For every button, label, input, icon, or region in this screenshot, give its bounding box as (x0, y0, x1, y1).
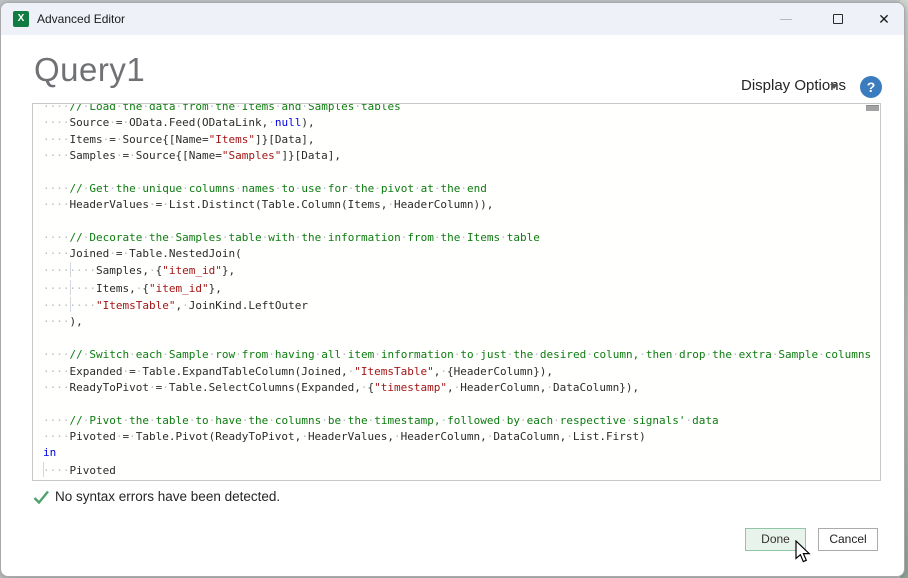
close-button[interactable]: ✕ (867, 3, 901, 35)
excel-icon: X (13, 11, 29, 27)
code-line: in (43, 445, 871, 461)
code-line (43, 213, 871, 229)
code-line: ····//·Pivot·the·table·to·have·the·colum… (43, 413, 871, 429)
scrollbar-thumb[interactable] (866, 105, 879, 111)
help-icon[interactable]: ? (860, 76, 882, 98)
page-title: Query1 (34, 51, 145, 89)
chevron-down-icon[interactable] (830, 84, 838, 89)
code-line: ····Joined·=·Table.NestedJoin( (43, 246, 871, 262)
code-line (43, 164, 871, 180)
code-line: ····//·Switch·each·Sample·row·from·havin… (43, 347, 871, 363)
code-line: ····Pivoted·=·Table.Pivot(ReadyToPivot,·… (43, 429, 871, 445)
code-line: ····Pivoted (43, 462, 871, 479)
code-line: ····//·Decorate·the·Samples·table·with·t… (43, 230, 871, 246)
code-line: ····ReadyToPivot·=·Table.SelectColumns(E… (43, 380, 871, 396)
code-line: ····), (43, 314, 871, 330)
code-line: ····Samples·=·Source{[Name="Samples"]}[D… (43, 148, 871, 164)
checkmark-icon (33, 490, 50, 505)
code-line: ····HeaderValues·=·List.Distinct(Table.C… (43, 197, 871, 213)
code-content[interactable]: ····//·Load·the·data·from·the·Items·and·… (33, 103, 871, 479)
code-line: ········Items,·{"item_id"}, (43, 280, 871, 297)
code-line: ····Source·=·OData.Feed(ODataLink,·null)… (43, 115, 871, 131)
advanced-editor-dialog: X Advanced Editor ✕ Query1 Display Optio… (0, 2, 905, 577)
title-bar: X Advanced Editor ✕ (1, 3, 904, 35)
code-editor[interactable]: ····//·Load·the·data·from·the·Items·and·… (32, 103, 881, 481)
maximize-icon (833, 14, 843, 24)
minimize-icon (780, 19, 792, 20)
code-line: ········"ItemsTable",·JoinKind.LeftOuter (43, 297, 871, 314)
maximize-button[interactable] (821, 3, 855, 35)
code-line (43, 331, 871, 347)
code-line: ········Samples,·{"item_id"}, (43, 262, 871, 279)
status-message: No syntax errors have been detected. (55, 489, 280, 504)
done-button[interactable]: Done (745, 528, 806, 551)
window-title: Advanced Editor (37, 3, 125, 35)
cancel-button[interactable]: Cancel (818, 528, 878, 551)
screen: X Advanced Editor ✕ Query1 Display Optio… (0, 0, 908, 578)
code-line (43, 396, 871, 412)
minimize-button[interactable] (769, 3, 803, 35)
code-line: ····Items·=·Source{[Name="Items"]}[Data]… (43, 132, 871, 148)
code-line: ····//·Load·the·data·from·the·Items·and·… (43, 103, 871, 115)
code-line: ····//·Get·the·unique·columns·names·to·u… (43, 181, 871, 197)
vertical-scrollbar[interactable] (865, 105, 879, 480)
code-line: ····Expanded·=·Table.ExpandTableColumn(J… (43, 364, 871, 380)
